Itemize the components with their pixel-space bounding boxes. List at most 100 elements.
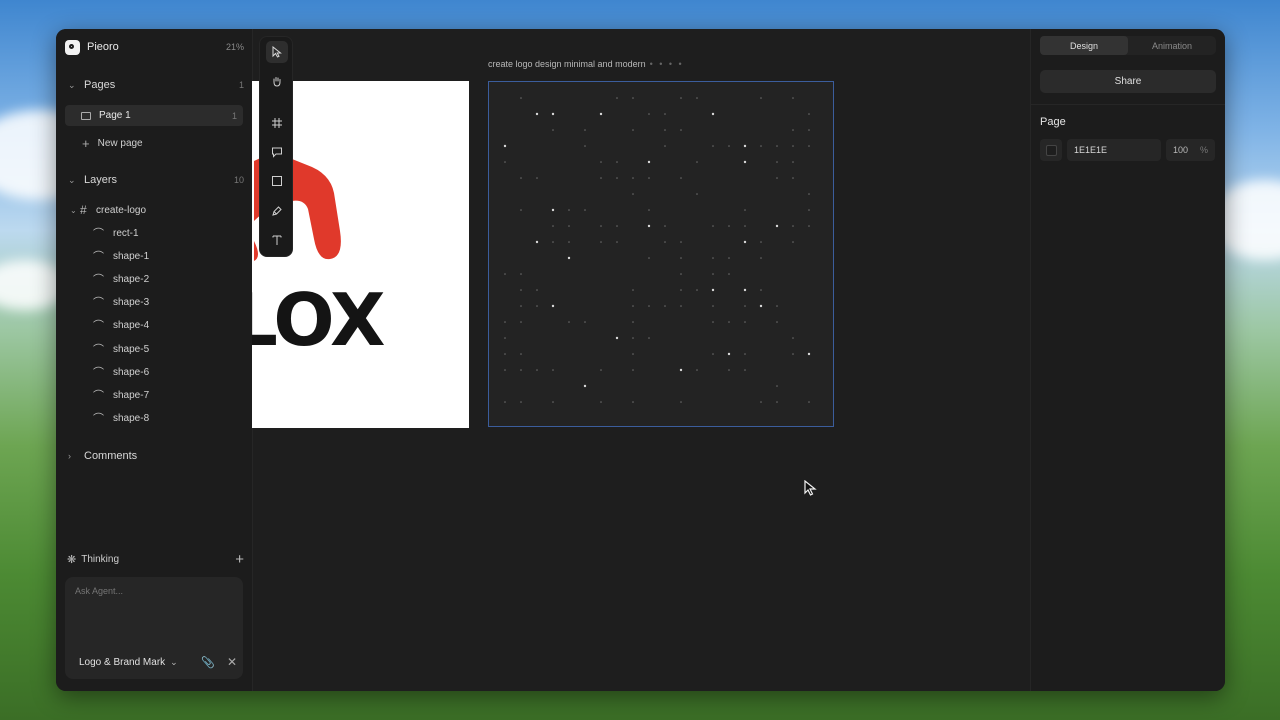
loading-dot (616, 161, 618, 163)
loading-dot (680, 97, 682, 99)
loading-dot (759, 304, 763, 308)
loading-dot (760, 289, 762, 291)
loading-dot (792, 337, 794, 339)
loading-dot (632, 177, 634, 179)
text-tool[interactable] (266, 229, 288, 251)
loading-dot (616, 241, 618, 243)
close-icon[interactable]: ✕ (227, 655, 237, 669)
attach-icon[interactable]: 📎 (201, 656, 215, 669)
new-chat-plus-icon[interactable]: + (235, 551, 244, 568)
loading-dot (535, 240, 539, 244)
panel-divider (1031, 104, 1225, 105)
loading-dot (551, 112, 555, 116)
loading-dot (552, 241, 554, 243)
fill-opacity-input[interactable]: 100 % (1166, 139, 1215, 161)
loading-dot (744, 305, 746, 307)
layer-frame-create-logo[interactable]: ⌄ # create-logo (70, 202, 146, 218)
fill-color-swatch[interactable] (1040, 139, 1062, 161)
loading-dot (568, 241, 570, 243)
chevron-down-icon[interactable]: ⌄ (70, 206, 80, 215)
chevron-right-icon: › (68, 451, 71, 461)
pointer-icon (272, 46, 282, 58)
move-tool[interactable] (266, 41, 288, 63)
page-item-page-1[interactable]: Page 1 1 (65, 105, 243, 126)
layers-label: Layers (84, 174, 118, 186)
layer-item[interactable]: ⌒ shape-7 (93, 387, 149, 403)
loading-dot (632, 305, 634, 307)
loading-dot (776, 401, 778, 403)
loading-dot (743, 288, 747, 292)
frame-title[interactable]: create logo design minimal and modern • •… (488, 59, 684, 69)
loading-dot (632, 193, 634, 195)
frame-tool[interactable] (266, 112, 288, 134)
fill-hex-input[interactable]: 1E1E1E (1067, 139, 1161, 161)
loading-dot (504, 353, 506, 355)
layer-item[interactable]: ⌒ rect-1 (93, 225, 139, 241)
tab-animation[interactable]: Animation (1128, 36, 1216, 55)
app-brand[interactable]: Pieoro (65, 38, 119, 56)
agent-mode-dropdown[interactable]: Logo & Brand Mark ⌄ (79, 657, 178, 668)
app-logo-icon (65, 39, 80, 55)
loading-dot (792, 129, 794, 131)
loading-dot (648, 209, 650, 211)
loading-dot (568, 321, 570, 323)
layer-item[interactable]: ⌒ shape-8 (93, 410, 149, 426)
rectangle-tool[interactable] (266, 170, 288, 192)
layer-item[interactable]: ⌒ shape-5 (93, 341, 149, 357)
zoom-level[interactable]: 21% (226, 42, 244, 52)
layer-item[interactable]: ⌒ shape-6 (93, 364, 149, 380)
left-sidebar: Pieoro 21% ⌄ Pages 1 Page 1 1 + New page… (56, 29, 253, 691)
loading-dot (712, 225, 714, 227)
loading-dot (647, 160, 651, 164)
layer-item[interactable]: ⌒ shape-3 (93, 294, 149, 310)
comments-section-header[interactable]: › Comments (68, 447, 244, 465)
loading-dot (712, 305, 714, 307)
loading-dot (600, 369, 602, 371)
hand-tool[interactable] (266, 70, 288, 92)
pages-section-header[interactable]: ⌄ Pages 1 (68, 76, 244, 94)
layers-section-header[interactable]: ⌄ Layers 10 (68, 171, 244, 189)
loading-dot (760, 145, 762, 147)
ask-agent-input[interactable] (73, 585, 237, 597)
page-section-title: Page (1040, 116, 1066, 128)
new-page-button[interactable]: + New page (82, 135, 143, 151)
layer-item[interactable]: ⌒ shape-1 (93, 248, 149, 264)
path-icon: ⌒ (93, 297, 104, 309)
hash-icon (272, 118, 282, 128)
layer-item[interactable]: ⌒ shape-2 (93, 271, 149, 287)
loading-dot (552, 129, 554, 131)
pen-tool[interactable] (266, 200, 288, 222)
loading-dot (680, 401, 682, 403)
comment-tool[interactable] (266, 141, 288, 163)
loading-dot (552, 369, 554, 371)
loading-dot (600, 401, 602, 403)
loading-dot (712, 257, 714, 259)
loading-dot (776, 321, 778, 323)
loading-dot (680, 177, 682, 179)
loading-dot (504, 321, 506, 323)
path-icon: ⌒ (93, 390, 104, 402)
loading-dot (536, 305, 538, 307)
loading-dot (520, 401, 522, 403)
loading-dot (743, 160, 747, 164)
loading-dot (504, 337, 506, 339)
design-canvas[interactable]: LOX create logo design minimal and moder… (252, 29, 1032, 691)
layer-item[interactable]: ⌒ shape-4 (93, 317, 149, 333)
page-item-count: 1 (231, 110, 237, 121)
loading-dot (504, 161, 506, 163)
loading-dot (584, 321, 586, 323)
share-button[interactable]: Share (1040, 70, 1216, 93)
color-swatch-icon (1045, 144, 1057, 156)
loading-dot (632, 289, 634, 291)
layer-label: create-logo (96, 204, 147, 216)
loading-dot (744, 225, 746, 227)
loading-dot (600, 241, 602, 243)
loading-dot (696, 161, 698, 163)
layer-label: rect-1 (113, 227, 139, 239)
generating-frame[interactable] (488, 81, 834, 427)
tab-design[interactable]: Design (1040, 36, 1128, 55)
loading-dot (744, 353, 746, 355)
loading-dot (808, 209, 810, 211)
loading-dot (520, 273, 522, 275)
loading-dot (567, 256, 571, 260)
